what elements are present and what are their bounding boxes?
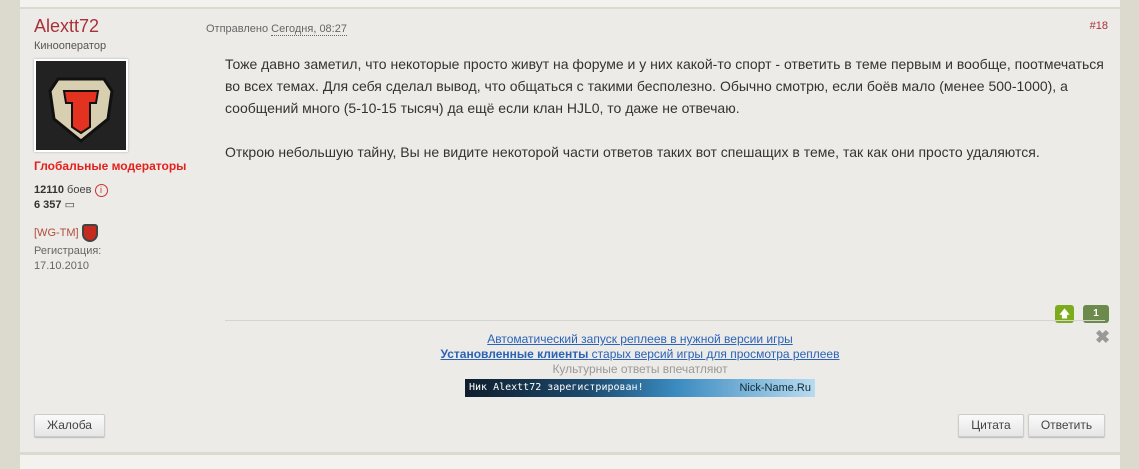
signature-divider bbox=[225, 320, 1105, 321]
posts-stat: 6 357 ▭ bbox=[34, 199, 75, 211]
signature-link-replays[interactable]: Автоматический запуск реплеев в нужной в… bbox=[487, 332, 793, 346]
signature: Автоматический запуск реплеев в нужной в… bbox=[225, 332, 1055, 397]
battles-stat: 12110 боев i bbox=[34, 184, 108, 197]
post-paragraph: Тоже давно заметил, что некоторые просто… bbox=[225, 56, 1104, 116]
clan-emblem-icon bbox=[81, 224, 98, 242]
close-signature-icon[interactable]: ✖ bbox=[1095, 327, 1110, 348]
comment-icon: ▭ bbox=[64, 199, 75, 211]
previous-post-edge bbox=[20, 0, 1120, 7]
next-post-edge bbox=[20, 455, 1120, 469]
signature-text: Культурные ответы впечатляют bbox=[552, 362, 728, 376]
author-rank: Кинооператор bbox=[34, 40, 107, 52]
registration-label: Регистрация: bbox=[34, 245, 102, 257]
post-date: Отправлено Сегодня, 08:27 bbox=[206, 23, 347, 36]
registration-date: 17.10.2010 bbox=[34, 260, 90, 272]
tank-logo-icon bbox=[48, 77, 114, 143]
avatar[interactable] bbox=[34, 59, 128, 152]
info-icon[interactable]: i bbox=[94, 184, 108, 197]
post-body: Тоже давно заметил, что некоторые просто… bbox=[225, 53, 1105, 185]
nickname-banner[interactable]: Ник Alextt72 зарегистрирован! Nick-Name.R… bbox=[465, 379, 815, 397]
post-number-link[interactable]: #18 bbox=[1090, 20, 1108, 32]
user-group: Глобальные модераторы bbox=[34, 159, 187, 173]
post-paragraph: Открою небольшую тайну, Вы не видите нек… bbox=[225, 144, 1040, 160]
forum-post: Alextt72 Кинооператор Глобальные модерат… bbox=[20, 9, 1120, 452]
clan-tag[interactable]: [WG-TM] bbox=[34, 224, 98, 242]
reply-button[interactable]: Ответить bbox=[1028, 414, 1105, 437]
report-button[interactable]: Жалоба bbox=[34, 414, 105, 437]
signature-link-clients[interactable]: Установленные клиенты старых версий игры… bbox=[441, 347, 840, 361]
quote-button[interactable]: Цитата bbox=[958, 414, 1024, 437]
author-name[interactable]: Alextt72 bbox=[34, 16, 99, 37]
